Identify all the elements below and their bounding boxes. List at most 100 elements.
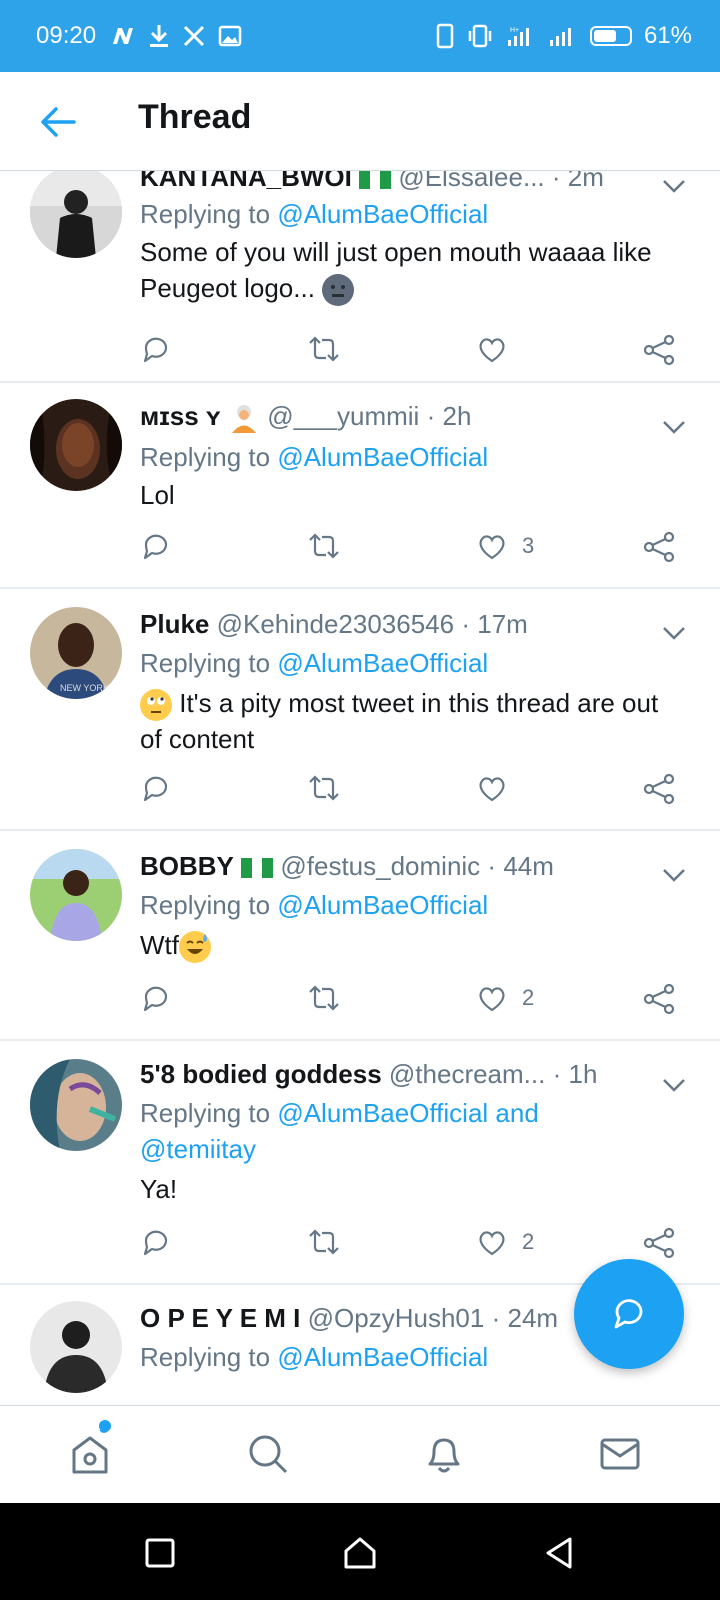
avatar[interactable]: [30, 399, 122, 491]
replying-label: Replying to: [140, 1098, 271, 1128]
reply-mention-link[interactable]: @AlumBaeOfficial: [277, 199, 488, 229]
retweet-button[interactable]: [306, 983, 342, 1013]
battery-percent: 61%: [643, 22, 692, 49]
user-name[interactable]: Pluke: [140, 609, 209, 639]
reply-mention-link[interactable]: @AlumBaeOfficial: [277, 442, 488, 472]
tweet-time: 1h: [568, 1059, 598, 1089]
retweet-button[interactable]: [306, 773, 342, 803]
avatar[interactable]: [30, 170, 122, 258]
like-button[interactable]: [476, 773, 522, 803]
reply-button[interactable]: [140, 983, 172, 1015]
share-icon: [643, 1227, 675, 1259]
chevron-down-icon[interactable]: [660, 176, 688, 196]
reply-button[interactable]: [140, 531, 172, 563]
bottom-tab-bar: [0, 1405, 720, 1504]
share-button[interactable]: [642, 1227, 676, 1259]
tweet-actions: [0, 334, 720, 374]
tweet-item[interactable]: NEW YORK Pluke @Kehinde23036546 · 17m Re…: [0, 589, 720, 831]
back-nav-icon[interactable]: [540, 1533, 580, 1573]
heart-icon: [479, 777, 505, 802]
home-icon[interactable]: [66, 1430, 114, 1478]
like-count: 3: [522, 533, 535, 558]
tweet-item[interactable]: 5'8 bodied goddess @thecream... · 1h Rep…: [0, 1041, 720, 1285]
tweet-item[interactable]: ᴍɪss ʏ @___yummii · 2h Replying to @Alum…: [0, 383, 720, 589]
user-name[interactable]: O P E Y E M I: [140, 1303, 300, 1333]
user-handle: @Elssalee...: [398, 170, 545, 192]
nigeria-flag-icon: [359, 170, 392, 190]
chevron-down-icon[interactable]: [660, 623, 688, 643]
back-arrow-icon[interactable]: [38, 104, 78, 140]
home-nav-icon[interactable]: [340, 1533, 380, 1573]
user-name[interactable]: KANTANA_BWOI: [140, 170, 352, 192]
like-button[interactable]: [476, 334, 522, 364]
bell-icon[interactable]: [420, 1430, 468, 1478]
chevron-down-icon[interactable]: [660, 1075, 688, 1095]
retweet-icon: [309, 336, 339, 362]
reply-mention-link[interactable]: @temiitay: [140, 1134, 256, 1164]
battery-icon: [589, 26, 632, 46]
chevron-down-icon[interactable]: [660, 417, 688, 437]
share-button[interactable]: [642, 773, 676, 805]
svg-text:NEW YORK: NEW YORK: [60, 683, 109, 693]
search-icon[interactable]: [244, 1430, 292, 1478]
share-icon: [643, 983, 675, 1015]
like-button[interactable]: 2: [476, 983, 534, 1013]
tweet-actions: 3: [0, 531, 720, 571]
retweet-icon: [309, 533, 339, 559]
tweet-item[interactable]: BOBBY @festus_dominic · 44m Replying to …: [0, 831, 720, 1041]
user-name[interactable]: 5'8 bodied goddess: [140, 1059, 382, 1089]
user-name[interactable]: BOBBY: [140, 851, 234, 881]
compose-reply-button[interactable]: [574, 1259, 684, 1369]
recents-icon[interactable]: [140, 1533, 180, 1573]
tweet-text: It's a pity most tweet in this thread ar…: [140, 688, 659, 755]
retweet-button[interactable]: [306, 334, 342, 364]
status-bar: 09:20 H+ 61%: [0, 0, 720, 72]
separator: ·: [426, 401, 436, 431]
reply-mention-link[interactable]: @AlumBaeOfficial: [277, 1342, 488, 1372]
reply-button[interactable]: [140, 334, 172, 366]
share-button[interactable]: [642, 334, 676, 366]
reply-mention-link[interactable]: @AlumBaeOfficial: [277, 890, 488, 920]
tweet-text: Lol: [140, 480, 175, 510]
share-button[interactable]: [642, 983, 676, 1015]
sweat-smile-emoji-icon: [179, 931, 211, 964]
avatar[interactable]: NEW YORK: [30, 607, 122, 699]
tweet-time: 24m: [507, 1303, 559, 1333]
eye-roll-emoji-icon: [140, 689, 172, 722]
share-icon: [643, 773, 675, 805]
mail-icon[interactable]: [596, 1430, 644, 1478]
reply-mention-link[interactable]: @AlumBaeOfficial: [277, 648, 488, 678]
avatar[interactable]: [30, 849, 122, 941]
like-button[interactable]: 3: [476, 531, 534, 561]
separator: ·: [551, 170, 561, 192]
retweet-button[interactable]: [306, 1227, 342, 1257]
retweet-button[interactable]: [306, 531, 342, 561]
system-nav-bar: [0, 1503, 720, 1600]
heart-icon: [479, 535, 505, 560]
chevron-down-icon[interactable]: [660, 865, 688, 885]
tweet-text: Ya!: [140, 1174, 178, 1204]
share-button[interactable]: [642, 531, 676, 563]
reply-button[interactable]: [140, 773, 172, 805]
avatar[interactable]: [30, 1301, 122, 1393]
phone-icon: [436, 23, 454, 49]
reply-button[interactable]: [140, 1227, 172, 1259]
tweet-item[interactable]: KANTANA_BWOI @Elssalee... · 2m Replying …: [0, 170, 720, 383]
gallery-icon: [218, 25, 242, 47]
like-button[interactable]: 2: [476, 1227, 534, 1257]
user-name[interactable]: ᴍɪss ʏ: [140, 401, 221, 431]
user-handle: @festus_dominic: [280, 851, 481, 881]
avatar[interactable]: [30, 1059, 122, 1151]
tweet-time: 2h: [442, 401, 472, 431]
signal-hi-icon: H+: [507, 27, 529, 46]
heart-icon: [479, 987, 505, 1012]
replying-label: Replying to: [140, 1342, 271, 1372]
reply-icon: [143, 986, 168, 1012]
tweet-text: Some of you will just open mouth waaaa l…: [140, 237, 652, 303]
replying-label: Replying to: [140, 199, 271, 229]
tweet-time: 17m: [477, 609, 528, 639]
heart-icon: [479, 1231, 505, 1256]
reply-mention-link[interactable]: @AlumBaeOfficial and: [277, 1098, 539, 1128]
emoji-grimace-icon: [322, 274, 355, 307]
n-icon: [113, 28, 134, 44]
